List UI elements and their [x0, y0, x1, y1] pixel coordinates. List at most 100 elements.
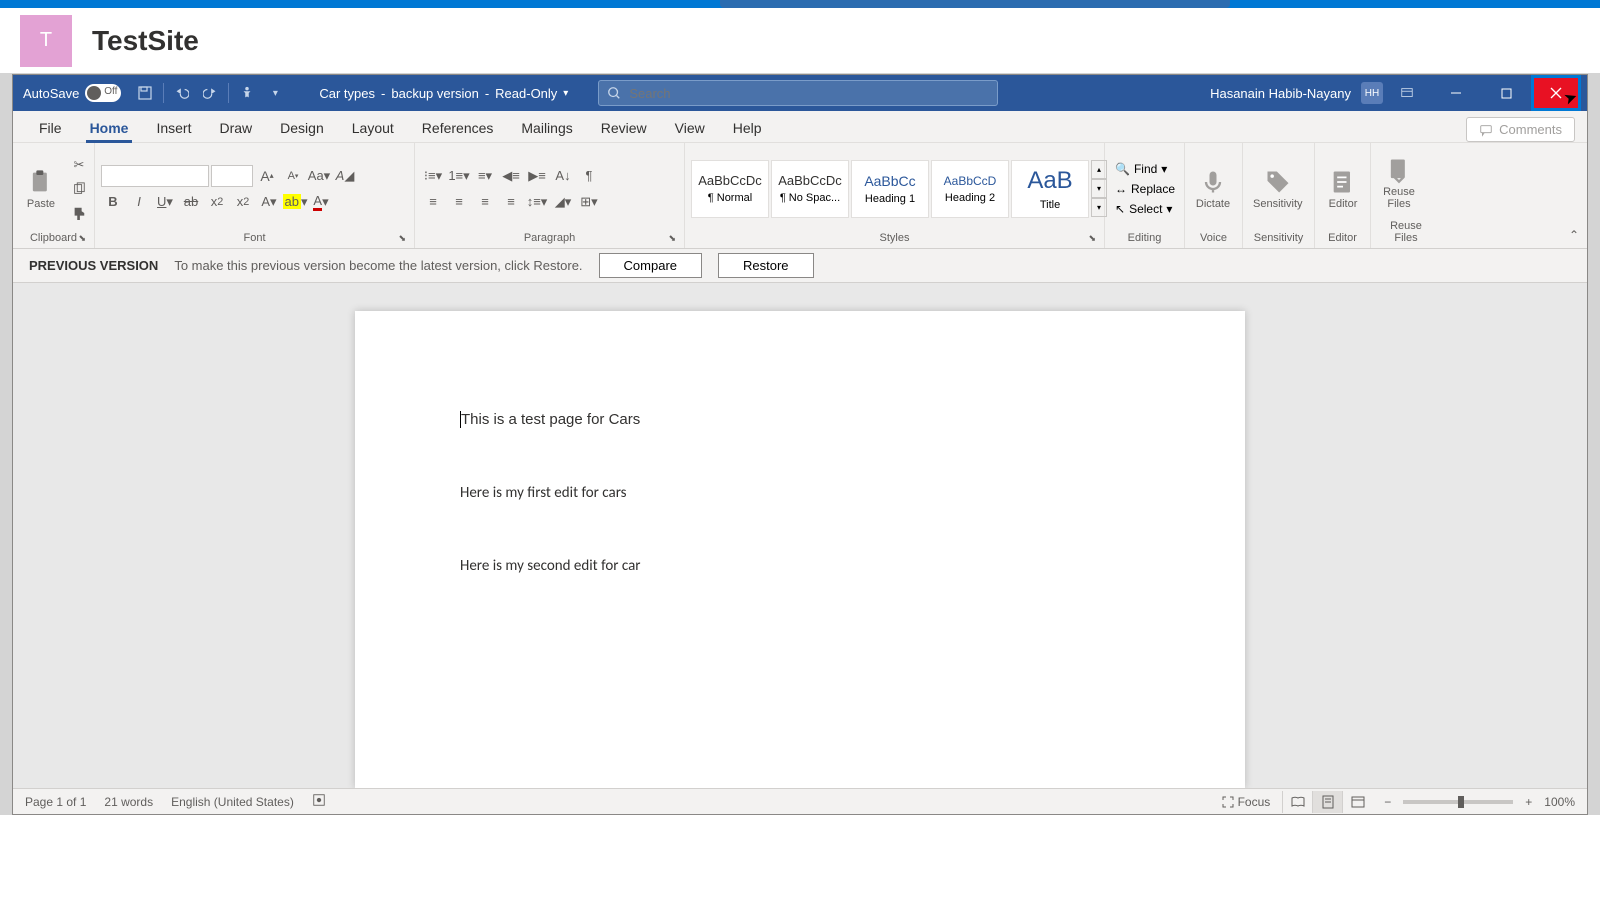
- text-effects-icon[interactable]: A▾: [257, 191, 281, 213]
- search-box[interactable]: [598, 80, 998, 106]
- strike-icon[interactable]: ab: [179, 191, 203, 213]
- zoom-slider[interactable]: [1403, 800, 1513, 804]
- line-spacing-icon[interactable]: ↕≡▾: [525, 191, 549, 213]
- infobar-title: PREVIOUS VERSION: [29, 258, 158, 273]
- style-heading2[interactable]: AaBbCcDHeading 2: [931, 160, 1009, 218]
- web-layout-icon[interactable]: [1342, 791, 1372, 813]
- subscript-icon[interactable]: x2: [205, 191, 229, 213]
- tab-view[interactable]: View: [661, 114, 719, 142]
- tab-help[interactable]: Help: [719, 114, 776, 142]
- close-button[interactable]: ➤: [1531, 75, 1581, 111]
- select-button[interactable]: ↖Select ▾: [1111, 200, 1179, 218]
- redo-icon[interactable]: [196, 79, 224, 107]
- tab-review[interactable]: Review: [587, 114, 661, 142]
- decrease-indent-icon[interactable]: ◀≡: [499, 165, 523, 187]
- bold-icon[interactable]: B: [101, 191, 125, 213]
- increase-indent-icon[interactable]: ▶≡: [525, 165, 549, 187]
- editor-button[interactable]: Editor: [1321, 166, 1365, 212]
- italic-icon[interactable]: I: [127, 191, 151, 213]
- clear-format-icon[interactable]: A◢: [333, 165, 357, 187]
- align-right-icon[interactable]: ≡: [473, 191, 497, 213]
- borders-icon[interactable]: ⊞▾: [577, 191, 601, 213]
- multilevel-icon[interactable]: ≡▾: [473, 165, 497, 187]
- cut-icon[interactable]: ✂: [67, 154, 91, 176]
- copy-icon[interactable]: [67, 178, 91, 200]
- font-size-combo[interactable]: [211, 165, 253, 187]
- style-normal[interactable]: AaBbCcDc¶ Normal: [691, 160, 769, 218]
- qat-dropdown-icon[interactable]: ▾: [261, 79, 289, 107]
- tab-insert[interactable]: Insert: [142, 114, 205, 142]
- document-page[interactable]: This is a test page for Cars Here is my …: [355, 311, 1245, 788]
- autosave-toggle[interactable]: AutoSave Off: [13, 84, 131, 102]
- reuse-files-button[interactable]: Reuse Files: [1377, 154, 1421, 212]
- bullets-icon[interactable]: ⁝≡▾: [421, 165, 445, 187]
- highlight-icon[interactable]: ab▾: [283, 191, 307, 213]
- justify-icon[interactable]: ≡: [499, 191, 523, 213]
- style-heading1[interactable]: AaBbCcHeading 1: [851, 160, 929, 218]
- user-avatar[interactable]: HH: [1361, 82, 1383, 104]
- toggle-off-icon[interactable]: Off: [85, 84, 121, 102]
- compare-button[interactable]: Compare: [599, 253, 702, 278]
- grow-font-icon[interactable]: A▴: [255, 165, 279, 187]
- font-color-icon[interactable]: A▾: [309, 191, 333, 213]
- align-center-icon[interactable]: ≡: [447, 191, 471, 213]
- print-layout-icon[interactable]: [1312, 791, 1342, 813]
- chevron-down-icon[interactable]: ▾: [563, 88, 568, 99]
- shrink-font-icon[interactable]: A▾: [281, 165, 305, 187]
- comments-button[interactable]: Comments: [1466, 117, 1575, 142]
- tab-mailings[interactable]: Mailings: [507, 114, 586, 142]
- search-input[interactable]: [629, 86, 989, 101]
- ribbon-display-icon[interactable]: [1393, 79, 1421, 107]
- site-name[interactable]: TestSite: [92, 25, 199, 57]
- word-count[interactable]: 21 words: [104, 795, 153, 809]
- launcher-icon[interactable]: ⬊: [398, 233, 406, 244]
- maximize-button[interactable]: [1481, 75, 1531, 111]
- align-left-icon[interactable]: ≡: [421, 191, 445, 213]
- superscript-icon[interactable]: x2: [231, 191, 255, 213]
- macro-icon[interactable]: [312, 793, 326, 810]
- tab-home[interactable]: Home: [76, 114, 143, 142]
- dictate-button[interactable]: Dictate: [1191, 166, 1235, 212]
- doc-paragraph[interactable]: Here is my second edit for car: [460, 557, 1140, 575]
- zoom-level[interactable]: 100%: [1544, 795, 1575, 809]
- accessibility-icon[interactable]: [233, 79, 261, 107]
- user-name[interactable]: Hasanain Habib-Nayany: [1210, 86, 1351, 101]
- tab-references[interactable]: References: [408, 114, 508, 142]
- find-button[interactable]: 🔍Find ▾: [1111, 160, 1179, 178]
- focus-button[interactable]: Focus: [1222, 795, 1270, 809]
- tab-design[interactable]: Design: [266, 114, 338, 142]
- sort-icon[interactable]: A↓: [551, 165, 575, 187]
- doc-paragraph[interactable]: Here is my first edit for cars: [460, 484, 1140, 502]
- undo-icon[interactable]: [168, 79, 196, 107]
- numbering-icon[interactable]: 1≡▾: [447, 165, 471, 187]
- document-area[interactable]: This is a test page for Cars Here is my …: [13, 283, 1587, 788]
- minimize-button[interactable]: [1431, 75, 1481, 111]
- launcher-icon[interactable]: ⬊: [1088, 233, 1096, 244]
- tab-layout[interactable]: Layout: [338, 114, 408, 142]
- save-icon[interactable]: [131, 79, 159, 107]
- site-icon[interactable]: T: [20, 15, 72, 67]
- read-mode-icon[interactable]: [1282, 791, 1312, 813]
- language-indicator[interactable]: English (United States): [171, 795, 294, 809]
- launcher-icon[interactable]: ⬊: [668, 233, 676, 244]
- sensitivity-button[interactable]: Sensitivity: [1249, 166, 1307, 212]
- tab-file[interactable]: File: [25, 114, 76, 142]
- tab-draw[interactable]: Draw: [205, 114, 266, 142]
- style-title[interactable]: AaBTitle: [1011, 160, 1089, 218]
- replace-button[interactable]: ↔Replace: [1111, 180, 1179, 198]
- doc-paragraph[interactable]: This is a test page for Cars: [460, 411, 1140, 429]
- style-nospacing[interactable]: AaBbCcDc¶ No Spac...: [771, 160, 849, 218]
- zoom-in-button[interactable]: +: [1525, 795, 1532, 809]
- zoom-out-button[interactable]: −: [1384, 795, 1391, 809]
- font-name-combo[interactable]: [101, 165, 209, 187]
- launcher-icon[interactable]: ⬊: [78, 233, 86, 244]
- change-case-icon[interactable]: Aa▾: [307, 165, 331, 187]
- collapse-ribbon-icon[interactable]: ⌃: [1569, 228, 1579, 242]
- shading-icon[interactable]: ◢▾: [551, 191, 575, 213]
- show-marks-icon[interactable]: ¶: [577, 165, 601, 187]
- format-painter-icon[interactable]: [67, 202, 91, 224]
- restore-button[interactable]: Restore: [718, 253, 814, 278]
- paste-button[interactable]: Paste: [19, 166, 63, 212]
- page-indicator[interactable]: Page 1 of 1: [25, 795, 86, 809]
- underline-icon[interactable]: U▾: [153, 191, 177, 213]
